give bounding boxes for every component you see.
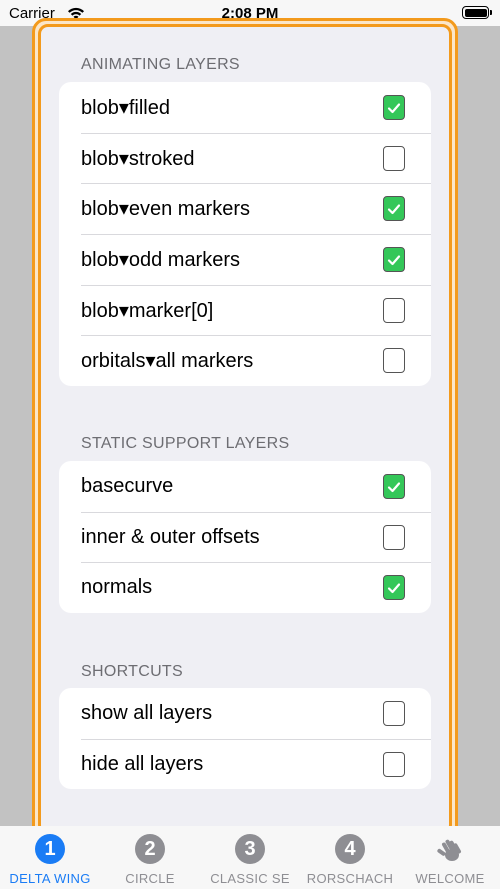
section-header-static: STATIC SUPPORT LAYERS: [81, 435, 290, 452]
tab-label: DELTA WING: [9, 871, 91, 886]
row-inner-outer-offsets[interactable]: inner & outer offsets: [59, 511, 431, 563]
checkbox-checked[interactable]: [383, 95, 405, 120]
row-blob-marker-0[interactable]: blob▾marker[0]: [59, 284, 431, 336]
tab-welcome[interactable]: WELCOME: [400, 834, 500, 886]
row-label: blob▾filled: [81, 96, 170, 119]
row-label: orbitals▾all markers: [81, 350, 254, 373]
tab-rorschach[interactable]: 4 RORSCHACH: [300, 834, 400, 886]
checkbox-checked[interactable]: [383, 575, 405, 601]
row-show-all-layers[interactable]: show all layers: [59, 688, 431, 739]
row-label: blob▾marker[0]: [81, 299, 214, 322]
layers-panel: ANIMATING LAYERS blob▾filled blob▾stroke…: [32, 18, 458, 841]
row-label: blob▾even markers: [81, 198, 251, 221]
tab-number-icon: 1: [35, 834, 65, 864]
row-blob-odd-markers[interactable]: blob▾odd markers: [59, 234, 431, 285]
checkbox-checked[interactable]: [383, 474, 405, 499]
checkmark-icon: [387, 254, 401, 265]
tab-bar: 1 DELTA WING 2 CIRCLE 3 CLASSIC SE 4 ROR…: [0, 826, 500, 889]
row-basecurve[interactable]: basecurve: [59, 461, 431, 512]
tab-label: RORSCHACH: [306, 871, 394, 886]
tab-label: CLASSIC SE: [210, 871, 290, 886]
row-label: blob▾odd markers: [81, 248, 241, 271]
tab-label: WELCOME: [415, 871, 485, 886]
checkmark-icon: [387, 204, 401, 214]
row-orbitals-all-markers[interactable]: orbitals▾all markers: [59, 335, 431, 386]
row-blob-stroked[interactable]: blob▾stroked: [59, 132, 431, 184]
tab-number-icon: 4: [335, 834, 365, 864]
hand-wave-icon: [435, 834, 465, 864]
tab-delta-wing[interactable]: 1 DELTA WING: [0, 834, 100, 886]
tab-classic-se[interactable]: 3 CLASSIC SE: [200, 834, 300, 886]
layers-panel-content: ANIMATING LAYERS blob▾filled blob▾stroke…: [38, 24, 452, 835]
group-shortcuts: show all layers hide all layers: [59, 688, 431, 790]
battery-icon: [462, 6, 492, 19]
row-blob-even-markers[interactable]: blob▾even markers: [59, 183, 431, 234]
section-header-animating: ANIMATING LAYERS: [81, 56, 240, 73]
row-label: normals: [81, 576, 153, 599]
checkbox-unchecked[interactable]: [383, 297, 405, 323]
row-label: hide all layers: [81, 752, 204, 775]
checkbox-unchecked[interactable]: [383, 348, 405, 374]
row-label: blob▾stroked: [81, 147, 195, 170]
group-animating-layers: blob▾filled blob▾stroked blob▾even marke…: [59, 82, 431, 387]
checkbox-checked[interactable]: [383, 196, 405, 222]
row-normals[interactable]: normals: [59, 562, 431, 613]
tab-circle[interactable]: 2 CIRCLE: [100, 834, 200, 886]
tab-number-icon: 2: [135, 834, 165, 864]
group-static-support-layers: basecurve inner & outer offsets normals: [59, 461, 431, 614]
row-hide-all-layers[interactable]: hide all layers: [59, 738, 431, 790]
row-blob-filled[interactable]: blob▾filled: [59, 82, 431, 133]
row-label: inner & outer offsets: [81, 525, 260, 548]
checkmark-icon: [387, 102, 401, 113]
checkbox-unchecked[interactable]: [383, 701, 405, 726]
checkbox-checked[interactable]: [383, 247, 405, 273]
checkbox-unchecked[interactable]: [383, 524, 405, 550]
checkbox-unchecked[interactable]: [383, 751, 405, 777]
section-header-shortcuts: SHORTCUTS: [81, 663, 183, 680]
checkmark-icon: [387, 481, 401, 492]
checkbox-unchecked[interactable]: [383, 145, 405, 171]
row-label: show all layers: [81, 701, 213, 724]
tab-label: CIRCLE: [125, 871, 175, 886]
checkmark-icon: [387, 583, 401, 593]
row-label: basecurve: [81, 474, 174, 497]
tab-number-icon: 3: [235, 834, 265, 864]
